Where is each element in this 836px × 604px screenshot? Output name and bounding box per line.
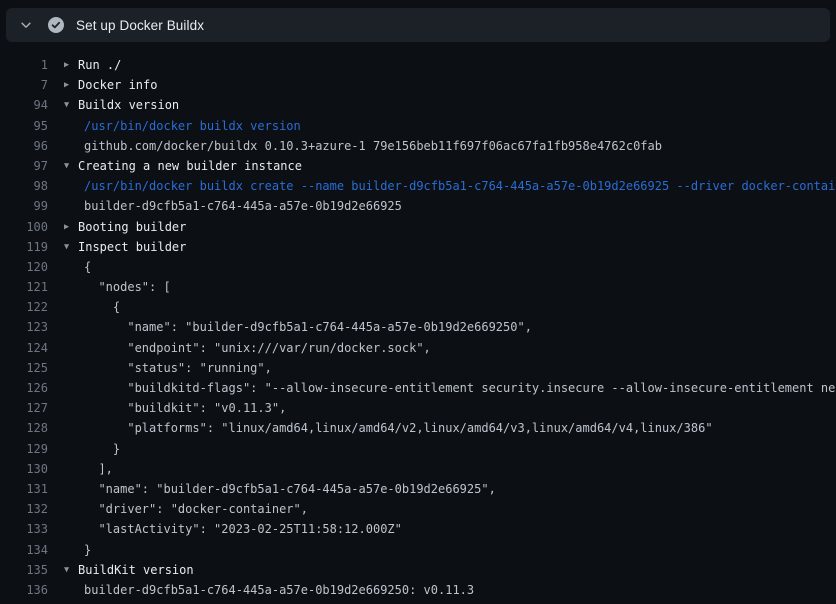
line-number[interactable]: 127 — [0, 398, 48, 418]
log-group-row[interactable]: 119 ▼Inspect builder — [0, 237, 836, 257]
line-number[interactable]: 1 — [0, 55, 48, 75]
line-number[interactable]: 97 — [0, 156, 48, 176]
chevron-down-icon[interactable] — [18, 17, 34, 33]
output-text: builder-d9cfb5a1-c764-445a-a57e-0b19d2e6… — [78, 580, 474, 600]
group-title: Creating a new builder instance — [78, 156, 302, 176]
line-number[interactable]: 123 — [0, 317, 48, 337]
line-number[interactable]: 130 — [0, 459, 48, 479]
output-text: } — [78, 439, 120, 459]
log-line: 123 "name": "builder-d9cfb5a1-c764-445a-… — [0, 317, 836, 337]
line-number[interactable]: 100 — [0, 217, 48, 237]
log-line: 130 ], — [0, 459, 836, 479]
group-collapsed-icon[interactable]: ▶ — [64, 75, 78, 95]
log-line: 132 "driver": "docker-container", — [0, 499, 836, 519]
output-text: "platforms": "linux/amd64,linux/amd64/v2… — [78, 418, 713, 438]
line-number[interactable]: 94 — [0, 95, 48, 115]
log-group-row[interactable]: 100 ▶Booting builder — [0, 217, 836, 237]
log-group-row[interactable]: 1 ▶Run ./ — [0, 55, 836, 75]
output-text: { — [78, 297, 120, 317]
output-text: builder-d9cfb5a1-c764-445a-a57e-0b19d2e6… — [78, 196, 402, 216]
group-expanded-icon[interactable]: ▼ — [64, 95, 78, 115]
output-text: "endpoint": "unix:///var/run/docker.sock… — [78, 338, 431, 358]
step-title: Set up Docker Buildx — [76, 18, 204, 33]
line-number[interactable]: 128 — [0, 418, 48, 438]
log-group-row[interactable]: 94 ▼Buildx version — [0, 95, 836, 115]
log-line: 129 } — [0, 439, 836, 459]
log-container: 1▶Run ./7▶Docker info94▼Buildx version95… — [0, 42, 836, 600]
log-line: 128 "platforms": "linux/amd64,linux/amd6… — [0, 418, 836, 438]
output-text: "status": "running", — [78, 358, 272, 378]
log-line: 120 { — [0, 257, 836, 277]
log-line: 124 "endpoint": "unix:///var/run/docker.… — [0, 338, 836, 358]
output-text: "name": "builder-d9cfb5a1-c764-445a-a57e… — [78, 479, 496, 499]
group-title: Run ./ — [78, 55, 121, 75]
line-number[interactable]: 129 — [0, 439, 48, 459]
output-text: "name": "builder-d9cfb5a1-c764-445a-a57e… — [78, 317, 532, 337]
log-line: 98/usr/bin/docker buildx create --name b… — [0, 176, 836, 196]
check-circle-icon — [48, 17, 64, 33]
output-text: "nodes": [ — [78, 277, 171, 297]
line-number[interactable]: 135 — [0, 560, 48, 580]
log-line: 133 "lastActivity": "2023-02-25T11:58:12… — [0, 519, 836, 539]
line-number[interactable]: 119 — [0, 237, 48, 257]
line-number[interactable]: 131 — [0, 479, 48, 499]
group-expanded-icon[interactable]: ▼ — [64, 156, 78, 176]
group-expanded-icon[interactable]: ▼ — [64, 237, 78, 257]
log-group-row[interactable]: 7 ▶Docker info — [0, 75, 836, 95]
line-number[interactable]: 125 — [0, 358, 48, 378]
output-text: } — [78, 540, 91, 560]
line-number[interactable]: 132 — [0, 499, 48, 519]
log-line: 95/usr/bin/docker buildx version — [0, 116, 836, 136]
log-line: 126 "buildkitd-flags": "--allow-insecure… — [0, 378, 836, 398]
group-title: Booting builder — [78, 217, 186, 237]
line-number[interactable]: 121 — [0, 277, 48, 297]
line-number[interactable]: 99 — [0, 196, 48, 216]
group-expanded-icon[interactable]: ▼ — [64, 560, 78, 580]
output-text: "lastActivity": "2023-02-25T11:58:12.000… — [78, 519, 402, 539]
line-number[interactable]: 133 — [0, 519, 48, 539]
line-number[interactable]: 126 — [0, 378, 48, 398]
output-text: "buildkit": "v0.11.3", — [78, 398, 286, 418]
group-collapsed-icon[interactable]: ▶ — [64, 55, 78, 75]
line-number[interactable]: 95 — [0, 116, 48, 136]
line-number[interactable]: 98 — [0, 176, 48, 196]
log-line: 134} — [0, 540, 836, 560]
log-group-row[interactable]: 97 ▼Creating a new builder instance — [0, 156, 836, 176]
line-number[interactable]: 120 — [0, 257, 48, 277]
output-text: "buildkitd-flags": "--allow-insecure-ent… — [78, 378, 836, 398]
group-title: Buildx version — [78, 95, 179, 115]
line-number[interactable]: 134 — [0, 540, 48, 560]
group-collapsed-icon[interactable]: ▶ — [64, 217, 78, 237]
command-text: /usr/bin/docker buildx create --name bui… — [78, 176, 836, 196]
log-line: 121 "nodes": [ — [0, 277, 836, 297]
command-text: /usr/bin/docker buildx version — [78, 116, 301, 136]
log-line: 125 "status": "running", — [0, 358, 836, 378]
output-text: github.com/docker/buildx 0.10.3+azure-1 … — [78, 136, 662, 156]
line-number[interactable]: 124 — [0, 338, 48, 358]
group-title: Docker info — [78, 75, 157, 95]
line-number[interactable]: 7 — [0, 75, 48, 95]
line-number[interactable]: 136 — [0, 580, 48, 600]
output-text: "driver": "docker-container", — [78, 499, 308, 519]
log-line: 96 github.com/docker/buildx 0.10.3+azure-… — [0, 136, 836, 156]
log-line: 131 "name": "builder-d9cfb5a1-c764-445a-… — [0, 479, 836, 499]
line-number[interactable]: 122 — [0, 297, 48, 317]
step-header[interactable]: Set up Docker Buildx — [6, 8, 830, 42]
log-line: 136 builder-d9cfb5a1-c764-445a-a57e-0b19d… — [0, 580, 836, 600]
log-line: 127 "buildkit": "v0.11.3", — [0, 398, 836, 418]
log-line: 122 { — [0, 297, 836, 317]
log-line: 99 builder-d9cfb5a1-c764-445a-a57e-0b19d2… — [0, 196, 836, 216]
log-group-row[interactable]: 135 ▼BuildKit version — [0, 560, 836, 580]
output-text: { — [78, 257, 91, 277]
output-text: ], — [78, 459, 113, 479]
group-title: Inspect builder — [78, 237, 186, 257]
line-number[interactable]: 96 — [0, 136, 48, 156]
group-title: BuildKit version — [78, 560, 194, 580]
